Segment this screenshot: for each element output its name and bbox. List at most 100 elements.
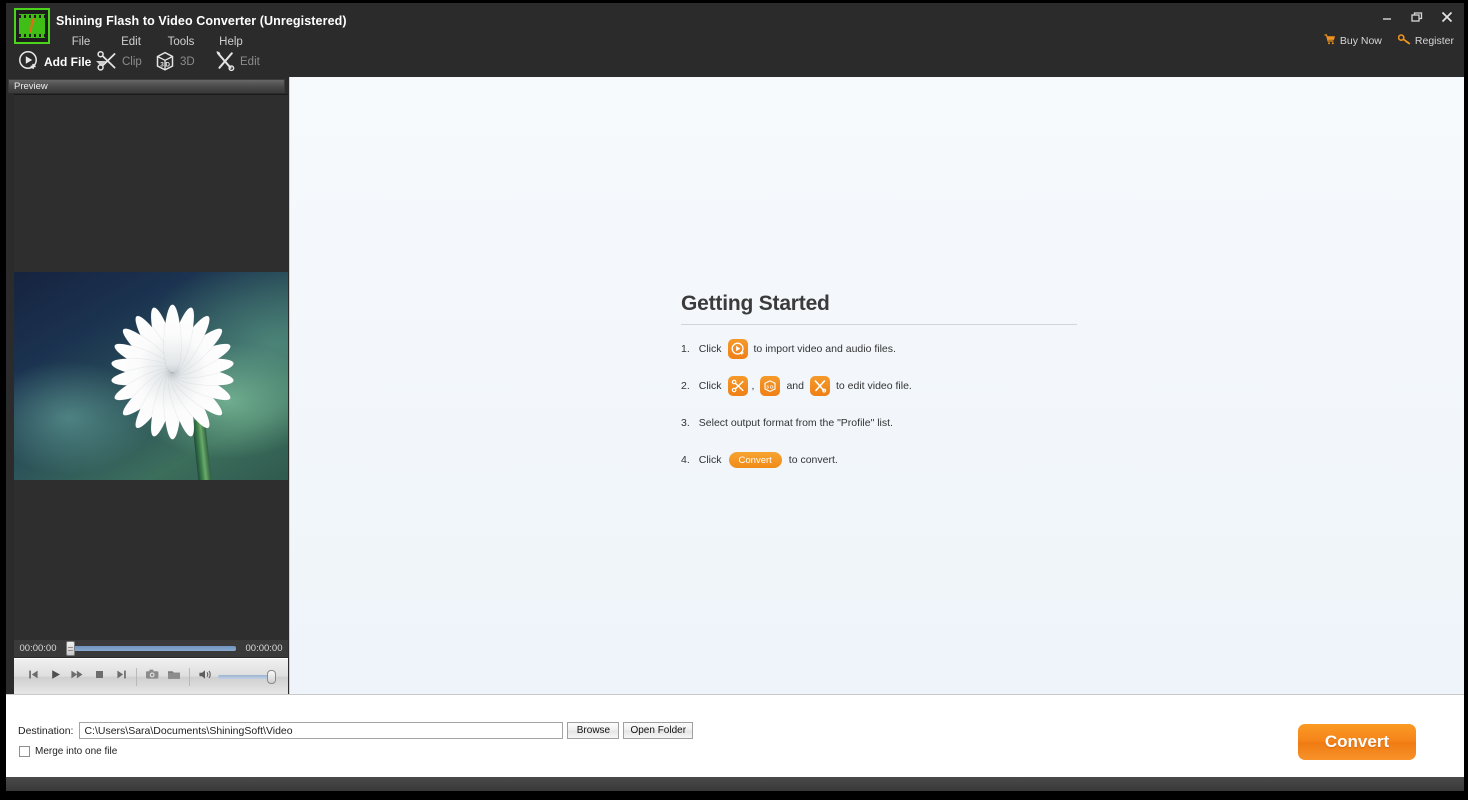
step-2-number: 2.	[681, 380, 690, 392]
step-1-number: 1.	[681, 343, 690, 355]
skip-next-icon	[115, 668, 128, 686]
current-time-label: 00:00:00	[19, 643, 57, 654]
key-icon	[1397, 34, 1411, 48]
snapshot-button[interactable]	[141, 666, 163, 688]
step-4-click-label: Click	[698, 454, 722, 466]
fast-forward-button[interactable]	[66, 666, 88, 688]
play-icon	[49, 668, 62, 686]
bottom-status-strip	[6, 777, 1464, 791]
three-d-label: 3D	[180, 56, 195, 68]
cart-icon	[1324, 34, 1336, 48]
destination-input[interactable]	[79, 722, 564, 739]
application-window: f Shining Flash to Video Converter (Unre…	[6, 3, 1464, 791]
step-2-separator: ,	[751, 380, 755, 392]
merge-row: Merge into one file	[19, 746, 117, 757]
window-controls	[1380, 11, 1456, 25]
cube-3d-icon: 3 D	[154, 50, 176, 75]
bottom-bar: Destination: Browse Open Folder Merge in…	[6, 694, 1464, 777]
scissors-icon[interactable]	[727, 376, 748, 396]
total-time-label: 00:00:00	[245, 643, 283, 654]
getting-started-step-1: 1. Click to import video and audio files…	[681, 339, 1077, 359]
getting-started-divider	[681, 324, 1077, 325]
tools-icon	[214, 50, 236, 75]
seek-slider[interactable]	[66, 641, 236, 656]
transport-divider-2	[189, 667, 190, 686]
stop-icon	[93, 668, 106, 686]
window-title: Shining Flash to Video Converter (Unregi…	[56, 14, 347, 28]
open-folder-button[interactable]	[163, 666, 185, 688]
add-file-button[interactable]: Add File	[18, 47, 107, 77]
skip-previous-icon	[27, 668, 40, 686]
volume-button[interactable]	[194, 666, 216, 688]
flash-f-glyph: f	[29, 16, 35, 33]
main-content-area: Getting Started 1. Click to import video…	[289, 77, 1464, 694]
register-button[interactable]: Register	[1397, 34, 1454, 48]
getting-started-step-2: 2. Click , 3 D and to edit video file.	[681, 376, 1077, 396]
open-folder-path-button[interactable]: Open Folder	[623, 722, 694, 739]
browse-button[interactable]: Browse	[567, 722, 620, 739]
step-1-click-label: Click	[698, 343, 722, 355]
tools-icon[interactable]	[809, 376, 830, 396]
convert-chip[interactable]: Convert	[728, 452, 782, 468]
restore-icon[interactable]	[1410, 11, 1426, 25]
promo-links: Buy Now Register	[1324, 34, 1454, 48]
minimize-icon[interactable]	[1380, 11, 1396, 25]
app-logo-icon: f	[14, 8, 50, 44]
three-d-button[interactable]: 3 D 3D	[154, 47, 195, 77]
svg-text:D: D	[165, 61, 170, 68]
preview-title: Preview	[14, 80, 48, 92]
seek-bar-row: 00:00:00 00:00:00	[14, 640, 288, 658]
folder-icon	[167, 668, 182, 686]
getting-started-step-4: 4. Click Convert to convert.	[681, 450, 1077, 470]
main-toolbar: Add File Clip 3 D 3D Edit	[6, 47, 1464, 118]
buy-now-label: Buy Now	[1339, 35, 1382, 47]
fast-forward-icon	[70, 668, 84, 686]
preview-screen[interactable]	[14, 94, 288, 640]
add-file-icon	[18, 50, 40, 75]
add-file-icon[interactable]	[727, 339, 748, 359]
scissors-icon	[96, 50, 118, 75]
next-button[interactable]	[110, 666, 132, 688]
transport-divider	[136, 667, 137, 686]
svg-text:D: D	[771, 385, 775, 390]
close-icon[interactable]	[1440, 11, 1456, 25]
app-root: f Shining Flash to Video Converter (Unre…	[0, 0, 1468, 800]
clip-label: Clip	[122, 56, 142, 68]
cube-3d-icon[interactable]: 3 D	[760, 376, 781, 396]
title-bar: f Shining Flash to Video Converter (Unre…	[6, 3, 1464, 51]
preview-video-frame	[14, 272, 288, 480]
destination-row: Destination: Browse Open Folder	[18, 722, 694, 739]
svg-text:3: 3	[767, 385, 770, 390]
merge-checkbox[interactable]	[19, 746, 30, 757]
edit-label: Edit	[240, 56, 260, 68]
play-button[interactable]	[44, 666, 66, 688]
edit-button[interactable]: Edit	[214, 47, 260, 77]
previous-button[interactable]	[22, 666, 44, 688]
seek-slider-thumb[interactable]	[66, 641, 75, 656]
getting-started-step-3: 3. Select output format from the "Profil…	[681, 413, 1077, 433]
step-2-tail: to edit video file.	[835, 380, 912, 392]
buy-now-button[interactable]: Buy Now	[1324, 34, 1382, 48]
daisy-flower-image	[100, 300, 244, 444]
flower-petal	[163, 304, 181, 372]
camera-icon	[145, 668, 160, 686]
stop-button[interactable]	[88, 666, 110, 688]
volume-slider-thumb[interactable]	[267, 669, 276, 684]
transport-controls	[14, 658, 288, 694]
step-2-conjunction: and	[786, 380, 804, 392]
clip-button[interactable]: Clip	[96, 47, 142, 77]
film-strip-icon: f	[19, 14, 45, 38]
merge-label: Merge into one file	[35, 746, 118, 757]
step-2-click-label: Click	[698, 380, 722, 392]
preview-panel: Preview 00:00:00 00:00:00	[6, 77, 289, 694]
step-4-number: 4.	[681, 454, 690, 466]
speaker-icon	[198, 668, 213, 686]
register-label: Register	[1414, 35, 1454, 47]
preview-header: Preview	[8, 79, 285, 93]
step-4-tail: to convert.	[788, 454, 838, 466]
svg-text:3: 3	[160, 61, 164, 68]
getting-started-title: Getting Started	[681, 292, 830, 315]
step-3-text: Select output format from the "Profile" …	[698, 417, 893, 429]
volume-slider[interactable]	[218, 669, 276, 684]
convert-button[interactable]: Convert	[1298, 724, 1416, 760]
